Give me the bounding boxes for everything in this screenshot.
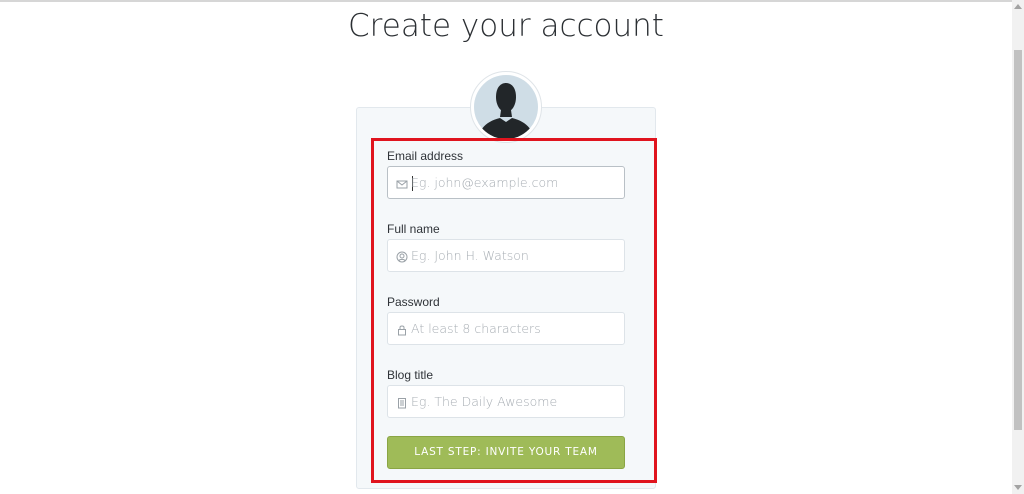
full-name-input[interactable] [411,240,619,271]
full-name-field[interactable] [387,239,625,272]
invite-team-button[interactable]: LAST STEP: INVITE YOUR TEAM [387,436,625,469]
password-field[interactable] [387,312,625,345]
page-scrollbar[interactable] [1012,0,1024,494]
email-field[interactable] [387,166,625,199]
scroll-down-arrow-icon[interactable] [1014,485,1022,490]
book-icon [396,396,408,409]
scroll-up-arrow-icon[interactable] [1014,4,1022,9]
full-name-label: Full name [387,222,440,236]
password-input[interactable] [411,313,619,344]
blog-title-input[interactable] [411,386,619,417]
email-input[interactable] [411,167,619,198]
user-icon [396,250,408,263]
envelope-icon [396,177,408,189]
avatar-placeholder-icon [474,75,538,139]
avatar[interactable] [470,71,542,143]
lock-icon [396,323,408,336]
browser-top-border [0,0,1012,2]
email-label: Email address [387,149,464,163]
blog-title-label: Blog title [387,368,434,382]
page-title: Create your account [348,8,664,44]
password-label: Password [387,295,440,309]
blog-title-field[interactable] [387,385,625,418]
scrollbar-thumb[interactable] [1014,50,1022,430]
